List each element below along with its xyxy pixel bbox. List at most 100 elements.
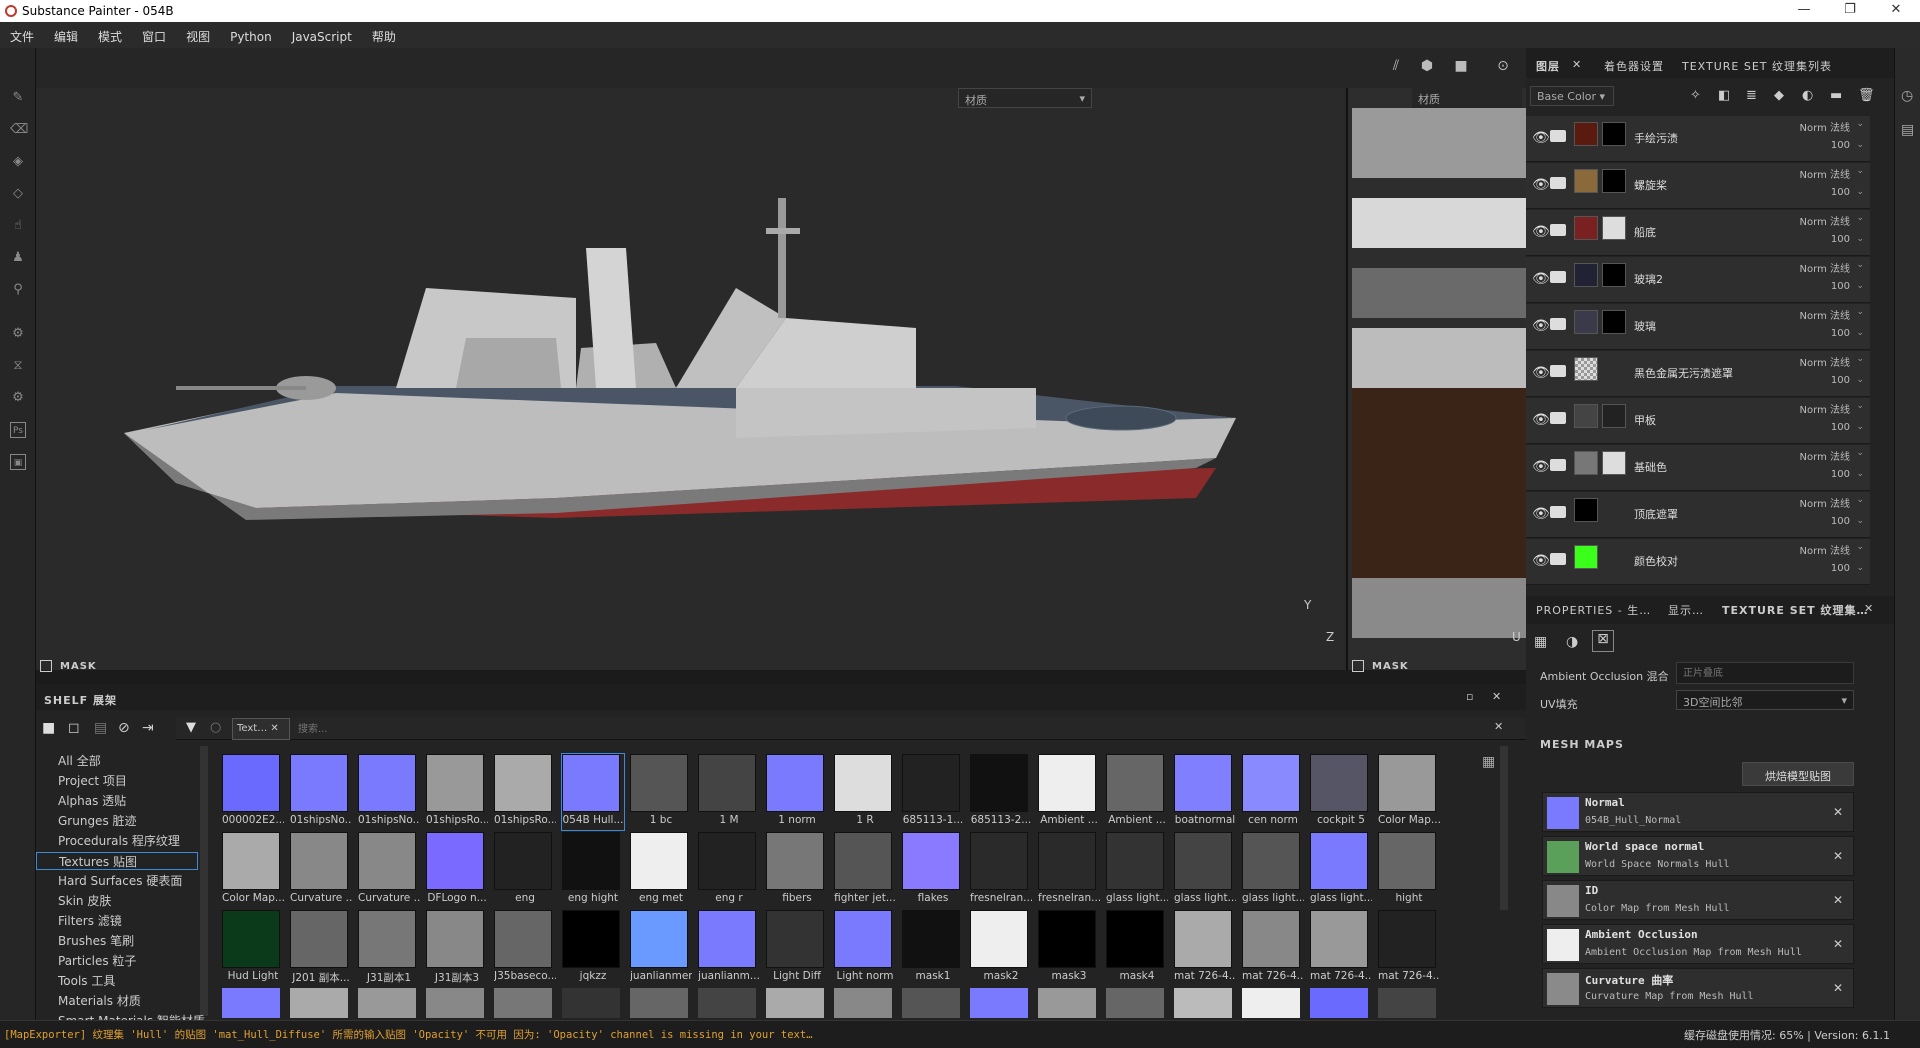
chevron-down-icon[interactable]: ⌄ bbox=[1856, 260, 1864, 270]
paint-brush-icon[interactable]: ✎ bbox=[10, 90, 26, 106]
tab-layers[interactable]: 图层 bbox=[1536, 58, 1560, 74]
categories-scrollbar[interactable] bbox=[200, 746, 208, 1016]
layer-row[interactable]: 👁 玻璃 Norm 法线 ⌄ 100 ⌄ bbox=[1526, 304, 1870, 350]
close-icon[interactable]: ✕ bbox=[1492, 690, 1501, 703]
shelf-category[interactable]: Project 项目 bbox=[58, 772, 127, 789]
smart-material-icon[interactable]: ◐ bbox=[1802, 88, 1813, 103]
settings-icon[interactable]: ⚙ bbox=[10, 326, 26, 342]
texture-tile[interactable]: fresnelran... bbox=[1038, 832, 1100, 908]
polygon-fill-icon[interactable]: ◇ bbox=[10, 186, 26, 202]
texture-tile[interactable]: mat 726-4... bbox=[1242, 910, 1304, 986]
texture-tile[interactable]: 1 M bbox=[698, 754, 760, 830]
texture-thumbnail[interactable] bbox=[562, 988, 620, 1018]
projection-icon[interactable]: ◈ bbox=[10, 154, 26, 170]
texture-tile[interactable]: Color Map... bbox=[222, 832, 284, 908]
chevron-down-icon[interactable]: ⌄ bbox=[1856, 307, 1864, 317]
menu-javascript[interactable]: JavaScript bbox=[282, 24, 362, 50]
texture-thumbnail[interactable] bbox=[1378, 988, 1436, 1018]
filter-icon[interactable]: ▼ bbox=[186, 720, 196, 735]
shader-icon[interactable]: ◑ bbox=[1566, 634, 1578, 650]
chevron-down-icon[interactable]: ⌄ bbox=[1856, 516, 1864, 526]
texture-tile[interactable]: J31副本1 bbox=[358, 910, 420, 986]
layer-thumb[interactable] bbox=[1574, 357, 1598, 381]
texture-tile[interactable]: mask3 bbox=[1038, 910, 1100, 986]
mesh-map-slot[interactable]: Ambient Occlusion Ambient Occlusion Map … bbox=[1542, 924, 1854, 964]
chevron-down-icon[interactable]: ⌄ bbox=[1856, 375, 1864, 385]
layer-blend-mode[interactable]: Norm 法线 bbox=[1800, 401, 1850, 416]
menu-mode[interactable]: 模式 bbox=[88, 22, 132, 48]
texture-thumbnail[interactable] bbox=[970, 988, 1028, 1018]
texture-thumbnail[interactable] bbox=[698, 988, 756, 1018]
texture-tile[interactable]: J201 副本... bbox=[290, 910, 352, 986]
history-icon[interactable]: ◷ bbox=[1901, 88, 1913, 104]
chevron-down-icon[interactable]: ⌄ bbox=[1856, 422, 1864, 432]
delete-layer-icon[interactable]: 🗑 bbox=[1858, 88, 1875, 103]
shelf-category[interactable]: Hard Surfaces 硬表面 bbox=[58, 872, 182, 889]
close-icon[interactable]: ✕ bbox=[1876, 2, 1916, 17]
shelf-search-input[interactable] bbox=[294, 719, 1484, 739]
eye-icon[interactable]: 👁 bbox=[1532, 224, 1550, 240]
layer-row[interactable]: 👁 基础色 Norm 法线 ⌄ 100 ⌄ bbox=[1526, 445, 1870, 491]
layer-opacity[interactable]: 100 bbox=[1831, 328, 1850, 339]
tab-properties[interactable]: PROPERTIES - 生… bbox=[1536, 602, 1651, 618]
mesh-map-slot[interactable]: World space normal World Space Normals H… bbox=[1542, 836, 1854, 876]
chevron-down-icon[interactable]: ⌄ bbox=[1856, 448, 1864, 458]
chevron-down-icon[interactable]: ⌄ bbox=[1856, 234, 1864, 244]
texture-tile[interactable]: glass light... bbox=[1310, 832, 1372, 908]
close-icon[interactable]: ✕ bbox=[1833, 981, 1843, 995]
smudge-icon[interactable]: ☝ bbox=[10, 218, 26, 234]
texture-tile[interactable]: eng bbox=[494, 832, 556, 908]
layer-name[interactable]: 手绘污渍 bbox=[1634, 130, 1678, 146]
shelf-scrollbar[interactable] bbox=[1500, 746, 1508, 910]
shelf-category[interactable]: Skin 皮肤 bbox=[58, 892, 111, 909]
texture-tile[interactable]: Curvature ... bbox=[290, 832, 352, 908]
texture-thumbnail[interactable] bbox=[766, 988, 824, 1018]
chevron-down-icon[interactable]: ⌄ bbox=[1856, 281, 1864, 291]
tab-display[interactable]: 显示… bbox=[1668, 602, 1704, 618]
tab-texture-set-list[interactable]: TEXTURE SET 纹理集列表 bbox=[1682, 58, 1832, 74]
layer-row[interactable]: 👁 顶底遮罩 Norm 法线 ⌄ 100 ⌄ bbox=[1526, 492, 1870, 538]
layer-blend-mode[interactable]: Norm 法线 bbox=[1800, 495, 1850, 510]
mesh-map-slot[interactable]: Curvature 曲率 Curvature Map from Mesh Hul… bbox=[1542, 968, 1854, 1008]
texture-thumbnail[interactable] bbox=[222, 988, 280, 1018]
layer-thumb[interactable] bbox=[1574, 451, 1598, 475]
chevron-down-icon[interactable]: ⌄ bbox=[1856, 140, 1864, 150]
texture-tile[interactable]: Light Diff bbox=[766, 910, 828, 986]
layer-opacity[interactable]: 100 bbox=[1831, 516, 1850, 527]
color-picker-icon[interactable]: ⚲ bbox=[10, 282, 26, 298]
add-paint-layer-icon[interactable]: ◆ bbox=[1774, 88, 1784, 103]
camera-icon[interactable]: ■ bbox=[1452, 58, 1470, 76]
texture-thumbnail[interactable] bbox=[1310, 988, 1368, 1018]
close-icon[interactable]: ✕ bbox=[1864, 602, 1873, 615]
texture-thumbnail[interactable] bbox=[630, 988, 688, 1018]
texture-tile[interactable]: mask4 bbox=[1106, 910, 1168, 986]
layer-thumb[interactable] bbox=[1574, 216, 1598, 240]
bake-icon[interactable]: ⧖ bbox=[10, 358, 26, 374]
texture-thumbnail[interactable] bbox=[834, 988, 892, 1018]
texture-tile[interactable]: eng r bbox=[698, 832, 760, 908]
texture-tile[interactable]: mask2 bbox=[970, 910, 1032, 986]
texture-tile[interactable]: boatnormal bbox=[1174, 754, 1236, 830]
screenshot-icon[interactable]: ⊙ bbox=[1494, 58, 1512, 76]
texture-tile[interactable]: hight bbox=[1378, 832, 1440, 908]
bake-mesh-maps-button[interactable]: 烘焙模型贴图 bbox=[1742, 762, 1854, 786]
layer-mask-thumb[interactable] bbox=[1602, 122, 1626, 146]
close-icon[interactable]: ✕ bbox=[1833, 937, 1843, 951]
layer-thumb[interactable] bbox=[1574, 310, 1598, 334]
log-icon[interactable]: ▤ bbox=[1901, 122, 1914, 138]
texture-tile[interactable]: glass light... bbox=[1174, 832, 1236, 908]
texture-tile[interactable]: glass light... bbox=[1106, 832, 1168, 908]
tab-shader-settings[interactable]: 着色器设置 bbox=[1604, 58, 1664, 74]
shelf-category[interactable]: All 全部 bbox=[58, 752, 101, 769]
texture-thumbnail[interactable] bbox=[1106, 988, 1164, 1018]
plugin-icon[interactable]: ⚙ bbox=[10, 390, 26, 406]
layer-name[interactable]: 玻璃 bbox=[1634, 318, 1656, 334]
photoshop-icon[interactable]: Ps bbox=[10, 422, 26, 438]
folder-icon[interactable]: ■ bbox=[42, 720, 55, 736]
texture-tile[interactable]: glass light... bbox=[1242, 832, 1304, 908]
menu-file[interactable]: 文件 bbox=[0, 22, 44, 48]
layer-thumb[interactable] bbox=[1574, 122, 1598, 146]
ao-blend-input[interactable] bbox=[1676, 662, 1854, 684]
maximize-icon[interactable]: ❐ bbox=[1830, 2, 1870, 17]
texture-tile[interactable]: Ambient ... bbox=[1038, 754, 1100, 830]
